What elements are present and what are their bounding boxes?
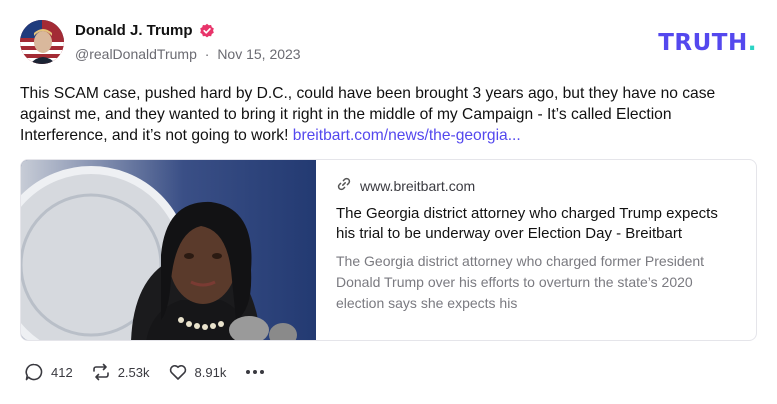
retruth-icon (91, 362, 111, 382)
author-name[interactable]: Donald J. Trump (75, 22, 193, 39)
link-domain: www.breitbart.com (360, 177, 476, 194)
link-preview-body: www.breitbart.com The Georgia district a… (336, 176, 741, 314)
more-dot (246, 370, 251, 374)
author-handle[interactable]: @realDonaldTrump (75, 46, 197, 62)
post-link[interactable]: breitbart.com/news/the-georgia... (293, 127, 521, 144)
link-preview-image[interactable] (21, 160, 316, 340)
avatar[interactable] (20, 20, 64, 64)
post-actions: 412 2.53k 8.91k (24, 362, 266, 382)
logo-text: TRUTH (658, 30, 748, 56)
truth-social-logo[interactable]: TRUTH. (658, 30, 757, 56)
author-name-line: Donald J. Trump (75, 22, 215, 39)
post-meta: @realDonaldTrump · Nov 15, 2023 (75, 46, 301, 62)
retruth-button[interactable]: 2.53k (91, 362, 150, 382)
link-icon (336, 176, 352, 195)
post-date[interactable]: Nov 15, 2023 (217, 46, 300, 62)
more-dot (260, 370, 265, 374)
link-domain-row: www.breitbart.com (336, 176, 741, 195)
like-count: 8.91k (194, 364, 227, 380)
post-header: Donald J. Trump @realDonaldTrump · Nov 1… (20, 20, 757, 66)
link-title[interactable]: The Georgia district attorney who charge… (336, 204, 741, 244)
link-description: The Georgia district attorney who charge… (336, 253, 705, 311)
logo-dot: . (747, 30, 757, 56)
like-icon (168, 362, 188, 382)
reply-count: 412 (51, 364, 73, 380)
meta-separator: · (204, 46, 210, 62)
more-icon[interactable] (244, 370, 266, 374)
post-body: This SCAM case, pushed hard by D.C., cou… (20, 83, 745, 146)
retruth-count: 2.53k (117, 364, 150, 380)
link-preview-card[interactable]: www.breitbart.com The Georgia district a… (20, 159, 757, 341)
reply-button[interactable]: 412 (24, 362, 73, 382)
verified-badge-icon (199, 23, 215, 39)
like-button[interactable]: 8.91k (168, 362, 227, 382)
more-dot (253, 370, 258, 374)
reply-icon (24, 362, 44, 382)
